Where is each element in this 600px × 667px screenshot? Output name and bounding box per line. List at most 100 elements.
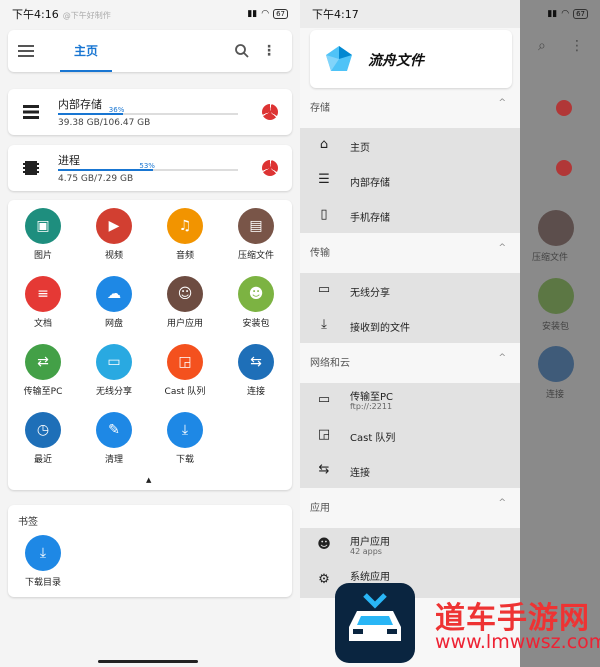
grid-item[interactable]: ⤓ 下载 [150,412,220,465]
drawer-section-header[interactable]: 应用 ^ [300,490,520,520]
grid-item[interactable]: ⇆ 连接 [221,344,291,397]
pie-chart-icon[interactable] [262,104,278,120]
grid-item[interactable]: ⇄ 传输至PC [8,344,78,397]
drawer-item-subtitle: ftp://:2211 [350,402,393,411]
menu-icon[interactable] [18,45,34,57]
storage-icon [23,105,39,119]
drawer-item[interactable]: ▭ 传输至PC ftp://:2211 [300,383,520,418]
devices-icon: ▭ [96,344,132,380]
gear-icon: ⚙ [318,572,330,587]
grid-item-label: 用户应用 [166,319,203,329]
storage-size: 4.75 GB/7.29 GB [58,174,134,184]
grid-item[interactable]: ☺ 用户应用 [150,276,220,329]
pie-chart-icon [556,100,572,116]
status-subtitle: @下午好制作 [62,11,111,20]
document-icon: ≡ [25,276,61,312]
section-title: 传输 [310,248,330,259]
image-icon: ▣ [25,208,61,244]
navigation-drawer: 流舟文件 存储 ^ ⌂ 主页 ☰ 内部存储 ▯ 手机存储 传输 ^ ▭ 无线分享 ⤓ 接收到的文件 网络和云… [300,28,520,667]
status-icons: ▮▮ ◠ 67 [547,9,588,19]
drawer-item[interactable]: ☻ 用户应用 42 apps [300,528,520,563]
collapse-caret-icon[interactable]: ▲ [146,476,151,484]
cloud-icon: ☁ [96,276,132,312]
connect-icon: ⇆ [318,462,330,477]
tab-home[interactable]: 主页 [60,30,113,72]
play-icon: ▶ [96,208,132,244]
drawer-item-label: 主页 [350,143,370,154]
grid-item[interactable]: ◷ 最近 [8,412,78,465]
drawer-screen: ⌕ ⋮ 压缩文件 安装包 连接 下午4:17 ▮▮ ◠ 67 流舟文件 存储 ^ ⌂… [300,0,600,667]
cast-icon: ◲ [167,344,203,380]
grid-item[interactable]: ≡ 文档 [8,276,78,329]
drawer-item-label: 连接 [350,468,370,479]
pie-chart-icon [556,160,572,176]
drawer-item[interactable]: ▯ 手机存储 [300,198,520,233]
broom-icon: ✎ [96,412,132,448]
drawer-item-label: 无线分享 [350,288,390,299]
chevron-up-icon[interactable]: ^ [498,98,506,108]
chevron-up-icon[interactable]: ^ [498,498,506,508]
grid-item[interactable]: ☻ 安装包 [221,276,291,329]
gesture-bar[interactable] [98,660,198,663]
category-grid: ▲ ▣ 图片 ▶ 视频 ♫ 音频 ▤ 压缩文件 ≡ 文档 ☁ 网盘 ☺ 用户应用 ☻ 安装包 ⇄ 传输至PC ▭ 无线… [8,200,292,490]
archive-icon: ▤ [238,208,274,244]
cast-icon: ◲ [317,427,331,442]
pie-chart-icon[interactable] [262,160,278,176]
drawer-item[interactable]: ⤓ 接收到的文件 [300,308,520,343]
search-icon[interactable] [234,43,250,59]
grid-item-label: 视频 [104,251,123,261]
storage-percent: 36% [108,106,125,114]
scrim-label: 安装包 [542,322,570,332]
more-options-icon: ⋮ [570,38,584,54]
grid-item[interactable]: ☁ 网盘 [79,276,149,329]
android-icon [538,278,574,314]
drawer-item[interactable]: ☰ 内部存储 [300,163,520,198]
battery-icon: 67 [273,9,288,19]
drawer-section-header[interactable]: 存储 ^ [300,90,520,120]
section-title: 网络和云 [310,358,350,369]
grid-item-label: 无线分享 [95,387,132,397]
grid-item-label: 传输至PC [23,387,63,397]
storage-name: 进程 [58,154,80,167]
drawer-section-header[interactable]: 网络和云 ^ [300,345,520,375]
storage-card-process[interactable]: 进程 53% 4.75 GB/7.29 GB [8,145,292,191]
devices-icon: ▭ [317,282,331,297]
chevron-up-icon[interactable]: ^ [498,243,506,253]
car-logo-icon [335,583,415,663]
grid-item[interactable]: ♫ 音频 [150,208,220,261]
drawer-item[interactable]: ◲ Cast 队列 [300,418,520,453]
bookmark-download-folder[interactable]: ⤓ 下载目录 [8,535,78,588]
app-logo-icon [326,46,352,71]
status-bar: 下午4:16 @下午好制作 ▮▮ ◠ 67 [0,0,300,28]
wifi-icon: ◠ [261,9,270,19]
grid-item[interactable]: ▤ 压缩文件 [221,208,291,261]
grid-item[interactable]: ▶ 视频 [79,208,149,261]
section-title: 应用 [310,503,330,514]
grid-item[interactable]: ◲ Cast 队列 [150,344,220,397]
download-folder-icon: ⤓ [25,535,61,571]
drawer-item-label: 手机存储 [350,213,390,224]
drawer-item-label: 内部存储 [350,178,390,189]
drawer-item[interactable]: ⇆ 连接 [300,453,520,488]
connect-icon: ⇆ [238,344,274,380]
drawer-header: 流舟文件 [310,30,512,88]
scrim-overlay[interactable]: ⌕ ⋮ 压缩文件 安装包 连接 [520,0,600,667]
drawer-item[interactable]: ⌂ 主页 [300,128,520,163]
more-options-icon[interactable]: ⋮ [262,43,276,59]
grid-item-label: Cast 队列 [164,387,206,397]
android-icon: ☻ [317,537,331,552]
storage-card-internal[interactable]: 内部存储 36% 39.38 GB/106.47 GB [8,89,292,135]
drawer-item[interactable]: ▭ 无线分享 [300,273,520,308]
grid-item[interactable]: ▣ 图片 [8,208,78,261]
headphones-icon: ♫ [167,208,203,244]
chevron-up-icon[interactable]: ^ [498,353,506,363]
battery-icon: 67 [573,9,588,19]
grid-item[interactable]: ✎ 清理 [79,412,149,465]
computer-icon: ▭ [317,392,331,407]
drawer-section-header[interactable]: 传输 ^ [300,235,520,265]
scrim-label: 压缩文件 [532,253,569,263]
phone-icon: ▯ [320,207,328,222]
drawer-item-label: 用户应用 [350,537,390,548]
wifi-icon: ◠ [561,9,570,19]
grid-item[interactable]: ▭ 无线分享 [79,344,149,397]
